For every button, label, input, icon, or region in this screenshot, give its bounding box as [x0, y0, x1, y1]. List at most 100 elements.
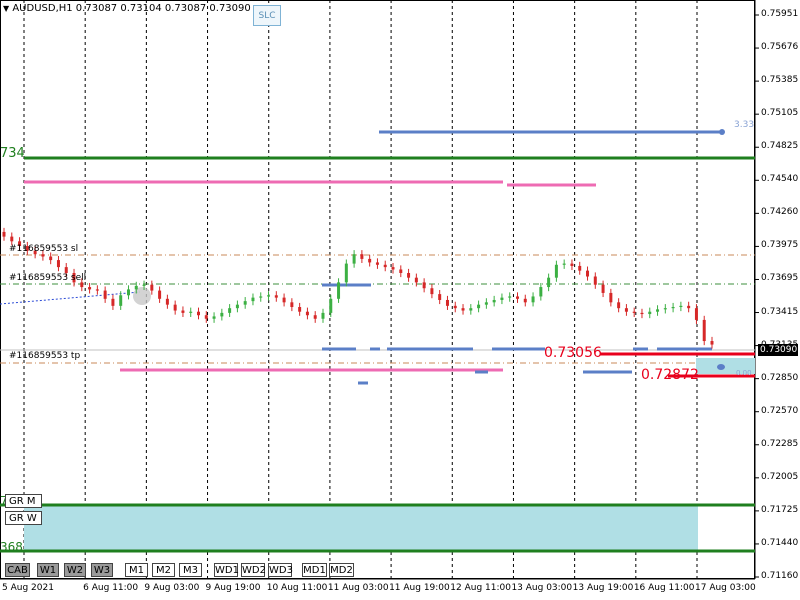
candle-body — [492, 299, 496, 303]
tp-order-label: #116859553 tp — [9, 351, 81, 361]
candle-body — [570, 263, 574, 266]
price-axis-label: 0.72570 — [761, 405, 799, 416]
timeframe-button-m2[interactable]: M2 — [152, 563, 175, 577]
chart-window[interactable]: ▼ AUDUSD,H1 0.73087 0.73104 0.73087 0.73… — [0, 0, 800, 600]
candle-body — [523, 298, 527, 303]
price-axis-label: 0.72850 — [761, 372, 799, 383]
candle-body — [593, 276, 597, 285]
time-axis-label: 12 Aug 11:00 — [450, 583, 511, 593]
price-axis-label: 0.75385 — [761, 75, 799, 86]
timeframe-button-wd3[interactable]: WD3 — [268, 563, 293, 577]
price-axis-label: 0.73975 — [761, 240, 799, 251]
gr-m-button[interactable]: GR M — [5, 494, 42, 508]
candle-body — [173, 304, 177, 311]
timeframe-button-m1[interactable]: M1 — [125, 563, 148, 577]
blue-line-handle[interactable] — [719, 129, 725, 135]
candle-body — [243, 301, 247, 305]
candle-body — [267, 295, 271, 297]
candle-body — [235, 304, 239, 309]
time-axis-label: 5 Aug 2021 — [2, 583, 54, 593]
candle-body — [554, 264, 558, 278]
demand-zone[interactable] — [24, 505, 698, 551]
time-axis-label: 13 Aug 03:00 — [511, 583, 573, 593]
candle-body — [259, 296, 263, 298]
candle-body — [313, 315, 317, 319]
candle-body — [220, 312, 224, 317]
position-zone-tag: 0.00 — [736, 369, 752, 377]
candle-body — [694, 308, 698, 320]
price-axis-label: 0.75951 — [761, 9, 799, 19]
timeframe-button-w2[interactable]: W2 — [64, 563, 86, 577]
gr-w-button[interactable]: GR W — [5, 511, 42, 525]
candle-body — [282, 297, 286, 303]
candle-body — [648, 311, 652, 315]
candle-body — [321, 312, 325, 319]
candle-body — [453, 305, 457, 309]
price-axis-label: 0.72005 — [761, 471, 799, 482]
candle-body — [508, 296, 512, 298]
timeframe-button-wd1[interactable]: WD1 — [214, 563, 239, 577]
price-axis-label: 0.74825 — [761, 141, 799, 152]
candle-body — [134, 285, 138, 290]
candle-body — [687, 305, 691, 309]
candle-body — [531, 296, 535, 303]
slc-button[interactable]: SLC — [253, 5, 281, 26]
candle-body — [142, 284, 146, 286]
entry-marker[interactable] — [133, 287, 151, 305]
candle-body — [539, 287, 543, 297]
candle-body — [212, 316, 216, 319]
candle-body — [204, 315, 208, 319]
chart-menu-arrow-icon[interactable]: ▼ — [3, 4, 9, 13]
candle-body — [337, 282, 341, 299]
price-chart[interactable] — [0, 0, 800, 600]
candle-body — [391, 267, 395, 270]
candle-body — [197, 311, 201, 316]
candle-body — [375, 262, 379, 265]
timeframe-button-wd2[interactable]: WD2 — [241, 563, 266, 577]
candle-body — [399, 269, 403, 273]
price-axis-label: 0.72285 — [761, 438, 799, 449]
candle-body — [344, 263, 348, 283]
red-level-upper-label: 0.73056 — [544, 345, 602, 361]
candle-body — [251, 297, 255, 302]
zone-bottom-label: 368 — [0, 540, 23, 554]
time-axis-label: 13 Aug 19:00 — [572, 583, 634, 593]
period-separators — [23, 0, 698, 579]
candle-body — [601, 284, 605, 293]
price-axis-label: 0.71440 — [761, 537, 799, 548]
candle-body — [305, 311, 309, 316]
candle-body — [656, 309, 660, 312]
candle-body — [41, 254, 45, 257]
candle-body — [298, 307, 302, 312]
candle-body — [515, 296, 519, 299]
candle-body — [547, 277, 551, 288]
timeframe-button-md1[interactable]: MD1 — [302, 563, 327, 577]
candle-body — [461, 308, 465, 311]
candle-body — [150, 284, 154, 291]
candle-body — [10, 236, 14, 242]
candle-body — [445, 299, 449, 306]
price-axis-label: 0.71725 — [761, 504, 799, 515]
candle-body — [329, 298, 333, 313]
timeframe-button-w3[interactable]: W3 — [91, 563, 113, 577]
position-zone-marker[interactable] — [717, 364, 725, 370]
candle-body — [119, 295, 123, 306]
candle-body — [484, 302, 488, 305]
candle-body — [438, 294, 442, 300]
price-axis-label: 0.71160 — [761, 571, 799, 581]
timeframe-button-m3[interactable]: M3 — [179, 563, 202, 577]
candle-body — [500, 297, 504, 300]
candle-body — [352, 254, 356, 264]
price-axis-label: 0.74260 — [761, 207, 799, 218]
time-axis-label: 16 Aug 11:00 — [633, 583, 695, 593]
candle-body — [710, 341, 714, 345]
entry-trend-line[interactable] — [0, 291, 141, 305]
time-axis-label: 10 Aug 11:00 — [266, 583, 328, 593]
time-axis-label: 11 Aug 19:00 — [389, 583, 450, 593]
timeframe-button-cab[interactable]: CAB — [5, 563, 30, 577]
candle-body — [2, 231, 6, 237]
candle-body — [578, 265, 582, 271]
timeframe-button-w1[interactable]: W1 — [37, 563, 59, 577]
timeframe-button-md2[interactable]: MD2 — [329, 563, 354, 577]
candle-body — [95, 289, 99, 291]
